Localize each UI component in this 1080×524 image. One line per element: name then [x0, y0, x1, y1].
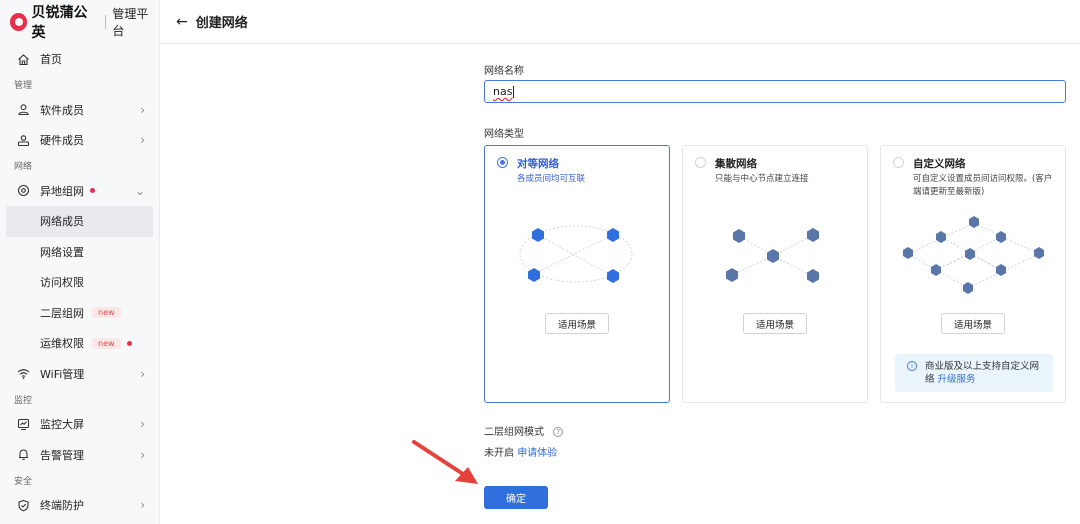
sidebar-item-label: 监控大屏: [40, 418, 84, 432]
home-icon: [16, 52, 30, 66]
scenario-button[interactable]: 适用场景: [743, 313, 807, 334]
info-icon: i: [907, 361, 917, 371]
layer2-status-text: 未开启: [484, 448, 514, 459]
sidebar-item-remote-network[interactable]: 异地组网 ⌄: [0, 176, 159, 207]
sidebar-item-wifi[interactable]: WiFi管理 ›: [0, 359, 159, 390]
card-title: 集散网络: [715, 158, 757, 170]
sidebar-item-access-control[interactable]: 访问权限: [0, 267, 159, 298]
chevron-right-icon: ›: [140, 366, 145, 381]
chevron-right-icon: ›: [140, 498, 145, 513]
section-label-manage: 管理: [14, 81, 33, 91]
sidebar-item-label: 二层组网: [40, 306, 84, 320]
chevron-right-icon: ›: [140, 417, 145, 432]
section-label-monitor: 监控: [14, 395, 33, 406]
sidebar-item-endpoint[interactable]: 终端防护 ›: [0, 490, 159, 521]
network-name-value: nas: [493, 85, 513, 98]
confirm-button[interactable]: 确定: [484, 486, 548, 509]
text-caret: [513, 85, 515, 98]
sidebar-item-dashboard[interactable]: 监控大屏 ›: [0, 409, 159, 440]
apply-trial-link[interactable]: 申请体验: [517, 448, 557, 459]
sidebar-item-label: 首页: [40, 53, 62, 67]
new-badge: new: [92, 307, 121, 319]
network-type-card-hub[interactable]: 集散网络 只能与中心节点建立连接 适用场景: [682, 145, 868, 403]
sidebar-item-label: WiFi管理: [40, 367, 85, 381]
brand-divider: [105, 15, 107, 29]
notification-dot: [90, 188, 95, 194]
sidebar-item-label: 访问权限: [40, 276, 84, 290]
sidebar-item-label: 网络设置: [40, 245, 84, 259]
brand-logo-icon: [10, 13, 28, 31]
radio-unselected[interactable]: [695, 157, 706, 168]
card-title: 对等网络: [517, 158, 559, 170]
user-icon: [16, 103, 30, 117]
network-name-label: 网络名称: [484, 66, 524, 77]
upgrade-tip: i 商业版及以上支持自定义网络 升级服务: [895, 354, 1053, 392]
app-window: 贝锐蒲公英 管理平台 首页 管理 软件成员 › 硬件成员 › 网络 异地组网 ⌄…: [0, 0, 1080, 524]
radio-selected[interactable]: [497, 157, 508, 168]
custom-network-illustration: [903, 216, 1044, 294]
chevron-right-icon: ›: [140, 102, 145, 117]
network-type-label: 网络类型: [484, 129, 524, 140]
arrow-left-icon[interactable]: ←: [176, 14, 188, 30]
card-description: 可自定义设置成员间访问权限。(客户端请更新至最新版): [913, 174, 1053, 197]
sidebar-item-network-members[interactable]: 网络成员: [6, 206, 153, 237]
chevron-right-icon: ›: [140, 133, 145, 148]
sidebar-item-label: 硬件成员: [40, 134, 84, 148]
upgrade-link[interactable]: 升级服务: [938, 374, 976, 385]
network-name-input[interactable]: nas: [484, 80, 1066, 103]
sidebar-item-ops-permissions[interactable]: 运维权限 new: [0, 328, 159, 359]
network-type-card-peer[interactable]: 对等网络 各成员间均可互联 适用场景: [484, 145, 670, 403]
sidebar-item-layer2[interactable]: 二层组网 new: [0, 298, 159, 329]
section-label-network: 网络: [14, 162, 33, 172]
brand: 贝锐蒲公英 管理平台: [0, 0, 159, 44]
network-type-card-custom[interactable]: 自定义网络 可自定义设置成员间访问权限。(客户端请更新至最新版) 适用场景 i …: [880, 145, 1066, 403]
card-description: 各成员间均可互联: [517, 174, 586, 184]
brand-name: 贝锐蒲公英: [31, 5, 88, 41]
sidebar: 贝锐蒲公英 管理平台 首页 管理 软件成员 › 硬件成员 › 网络 异地组网 ⌄…: [0, 0, 160, 524]
sidebar-item-label: 运维权限: [40, 337, 84, 351]
scenario-button[interactable]: 适用场景: [545, 313, 609, 334]
notification-dot: [126, 340, 132, 346]
bell-icon: [16, 448, 30, 462]
scenario-button[interactable]: 适用场景: [941, 313, 1005, 334]
radio-unselected[interactable]: [893, 157, 904, 168]
annotation-arrow-icon: [412, 440, 478, 484]
sidebar-item-network-settings[interactable]: 网络设置: [0, 237, 159, 268]
page-header: ← 创建网络: [160, 0, 1080, 44]
card-description: 只能与中心节点建立连接: [715, 174, 809, 184]
chevron-down-icon: ⌄: [134, 183, 145, 198]
card-title: 自定义网络: [913, 158, 966, 170]
sidebar-item-home[interactable]: 首页: [0, 44, 159, 75]
network-icon: [16, 184, 30, 198]
sidebar-item-label: 网络成员: [40, 215, 84, 229]
wifi-icon: [16, 367, 30, 381]
section-label-security: 安全: [14, 476, 33, 487]
dashboard-icon: [16, 417, 30, 431]
new-badge: new: [92, 337, 121, 349]
layer2-status: 未开启 申请体验: [484, 444, 557, 459]
sidebar-item-software-members[interactable]: 软件成员 ›: [0, 95, 159, 126]
hardware-device-icon: [16, 133, 30, 147]
sidebar-item-hardware-members[interactable]: 硬件成员 ›: [0, 125, 159, 156]
sidebar-item-alerts[interactable]: 告警管理 ›: [0, 440, 159, 471]
help-icon[interactable]: ?: [553, 427, 564, 437]
layer2-mode-label: 二层组网模式 ?: [484, 423, 564, 438]
sidebar-item-label: 告警管理: [40, 448, 84, 462]
brand-subtitle: 管理平台: [112, 7, 149, 38]
page-title: 创建网络: [195, 16, 248, 31]
sidebar-item-label: 软件成员: [40, 103, 84, 117]
chevron-right-icon: ›: [140, 447, 145, 462]
shield-icon: [16, 498, 30, 512]
sidebar-item-label: 异地组网: [40, 184, 84, 198]
sidebar-item-label: 终端防护: [40, 499, 84, 513]
hub-network-illustration: [726, 228, 819, 283]
layer2-mode-text: 二层组网模式: [484, 427, 544, 438]
peer-network-illustration: [519, 225, 633, 283]
